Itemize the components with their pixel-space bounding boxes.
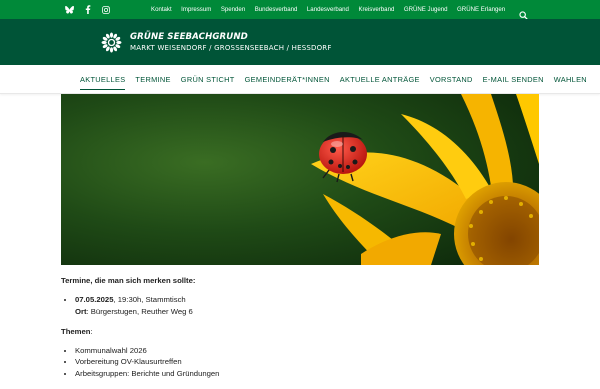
topic-item: Arbeitsgruppen: Berichte und Gründungen	[75, 368, 539, 380]
social-links	[0, 5, 110, 14]
event-date: 07.05.2025	[75, 295, 114, 304]
event-list: 07.05.2025, 19:30h, Stammtisch Ort: Bürg…	[61, 294, 539, 318]
bluesky-icon[interactable]	[65, 5, 74, 14]
nav-item-wahlen[interactable]: WAHLEN	[554, 65, 587, 94]
nav-item-gruen-sticht[interactable]: GRÜN STICHT	[181, 65, 235, 94]
article-intro: Termine, die man sich merken sollte:	[61, 276, 539, 285]
topics-heading: Themen:	[61, 327, 539, 336]
site-subtitle: MARKT WEISENDORF / GROSSENSEEBACH / HESS…	[130, 44, 332, 52]
toplink-impressum[interactable]: Impressum	[181, 6, 211, 13]
toplink-gruene-jugend[interactable]: GRÜNE Jugend	[404, 6, 448, 13]
topic-item: Kommunalwahl 2026	[75, 345, 539, 357]
nav-item-email-senden[interactable]: E-MAIL SENDEN	[483, 65, 544, 94]
nav-item-aktuelle-antraege[interactable]: AKTUELLE ANTRÄGE	[340, 65, 420, 94]
nav-item-gemeinderaetinnen[interactable]: GEMEINDERÄT*INNEN	[245, 65, 330, 94]
nav-item-vorstand[interactable]: VORSTAND	[430, 65, 473, 94]
article-content: Termine, die man sich merken sollte: 07.…	[61, 276, 539, 389]
nav-item-termine[interactable]: TERMINE	[135, 65, 170, 94]
toplink-gruene-erlangen[interactable]: GRÜNE Erlangen	[457, 6, 505, 13]
topic-item: Vorbereitung OV-Klausurtreffen	[75, 356, 539, 368]
site-title[interactable]: GRÜNE SEEBACHGRUND	[130, 32, 248, 42]
top-links: Kontakt Impressum Spenden Bundesverband …	[151, 0, 515, 19]
topics-colon: :	[90, 326, 93, 336]
intro-text: Termine, die man sich merken sollte:	[61, 276, 196, 285]
event-item: 07.05.2025, 19:30h, Stammtisch Ort: Bürg…	[75, 294, 539, 318]
hero-image-ladybug-flower	[61, 94, 539, 265]
main-navigation: AKTUELLES TERMINE GRÜN STICHT GEMEINDERÄ…	[0, 65, 600, 94]
toplink-bundesverband[interactable]: Bundesverband	[255, 6, 298, 13]
toplink-landesverband[interactable]: Landesverband	[307, 6, 349, 13]
top-bar: Kontakt Impressum Spenden Bundesverband …	[0, 0, 600, 20]
location-label: Ort	[75, 306, 87, 316]
sunflower-logo-icon[interactable]	[101, 32, 122, 57]
toplink-kontakt[interactable]: Kontakt	[151, 6, 172, 13]
instagram-icon[interactable]	[102, 5, 110, 14]
location-value: : Bürgerstugen, Reuther Weg 6	[86, 306, 193, 316]
toplink-spenden[interactable]: Spenden	[221, 6, 245, 13]
facebook-icon[interactable]	[85, 5, 91, 14]
event-details: , 19:30h, Stammtisch	[113, 295, 186, 304]
toplink-kreisverband[interactable]: Kreisverband	[358, 6, 394, 13]
topics-label: Themen	[61, 326, 91, 336]
nav-item-aktuelles[interactable]: AKTUELLES	[80, 65, 126, 94]
site-header: GRÜNE SEEBACHGRUND MARKT WEISENDORF / GR…	[0, 19, 600, 65]
